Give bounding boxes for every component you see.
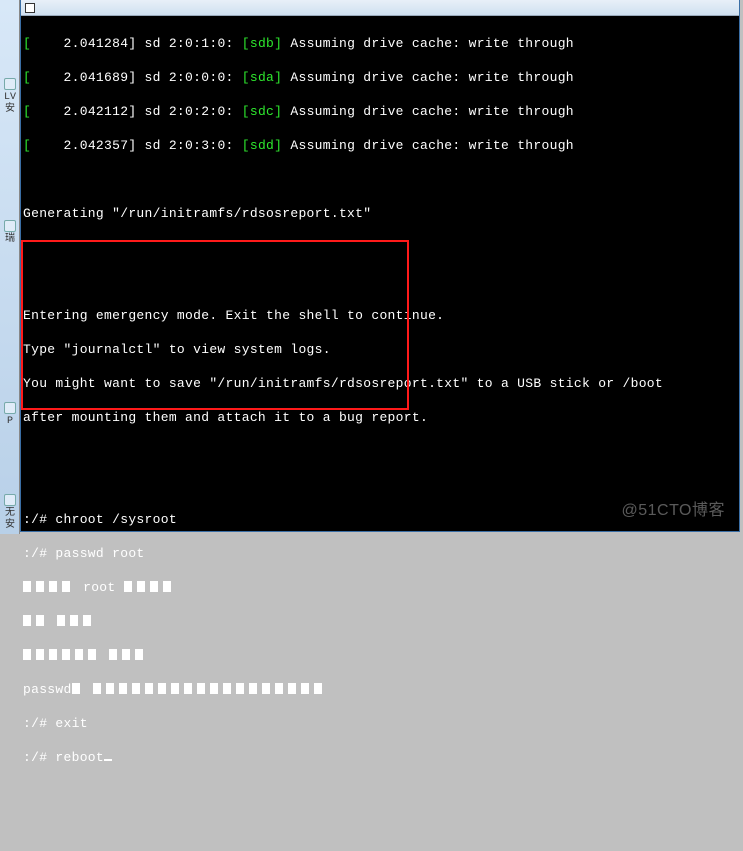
kernel-line-3: [ 2.042112] sd 2:0:2:0: [sdc] Assuming d… — [23, 103, 735, 120]
blank-4 — [23, 443, 735, 460]
emergency-line-1: Entering emergency mode. Exit the shell … — [23, 307, 735, 324]
desktop-left-strip: LV 安 瑞 P 无 安 — [0, 0, 20, 534]
terminal-output[interactable]: [ 2.041284] sd 2:0:1:0: [sdb] Assuming d… — [21, 16, 739, 531]
strip-icon-3[interactable]: P — [0, 398, 20, 432]
strip-label-2: 瑞 — [5, 234, 15, 245]
emergency-line-3: You might want to save "/run/initramfs/r… — [23, 375, 735, 392]
shell-line-5 — [23, 647, 735, 664]
shell-line-2: :/# passwd root — [23, 545, 735, 562]
vm-console-window: [ 2.041284] sd 2:0:1:0: [sdb] Assuming d… — [20, 0, 740, 532]
blank-2 — [23, 239, 735, 256]
shell-line-3: root — [23, 579, 735, 596]
cursor-icon — [104, 759, 112, 761]
shell-line-7: :/# exit — [23, 715, 735, 732]
strip-icon-1[interactable]: LV 安 — [0, 74, 20, 108]
strip-label-4: 无 安 — [5, 508, 15, 531]
kernel-line-4: [ 2.042357] sd 2:0:3:0: [sdd] Assuming d… — [23, 137, 735, 154]
watermark-text: @51CTO博客 — [621, 502, 725, 519]
kernel-line-2: [ 2.041689] sd 2:0:0:0: [sda] Assuming d… — [23, 69, 735, 86]
blank-3 — [23, 273, 735, 290]
window-titlebar[interactable] — [21, 0, 739, 16]
blank-1 — [23, 171, 735, 188]
kernel-line-1: [ 2.041284] sd 2:0:1:0: [sdb] Assuming d… — [23, 35, 735, 52]
window-icon — [25, 3, 35, 13]
shell-line-4 — [23, 613, 735, 630]
blank-5 — [23, 477, 735, 494]
generating-line: Generating "/run/initramfs/rdsosreport.t… — [23, 205, 735, 222]
shell-line-6: passwd — [23, 681, 735, 698]
shell-line-8: :/# reboot — [23, 749, 735, 766]
strip-label-1: LV 安 — [4, 92, 16, 115]
emergency-line-4: after mounting them and attach it to a b… — [23, 409, 735, 426]
emergency-line-2: Type "journalctl" to view system logs. — [23, 341, 735, 358]
strip-icon-2[interactable]: 瑞 — [0, 216, 20, 250]
strip-label-3: P — [7, 416, 13, 427]
strip-icon-4[interactable]: 无 安 — [0, 490, 20, 524]
